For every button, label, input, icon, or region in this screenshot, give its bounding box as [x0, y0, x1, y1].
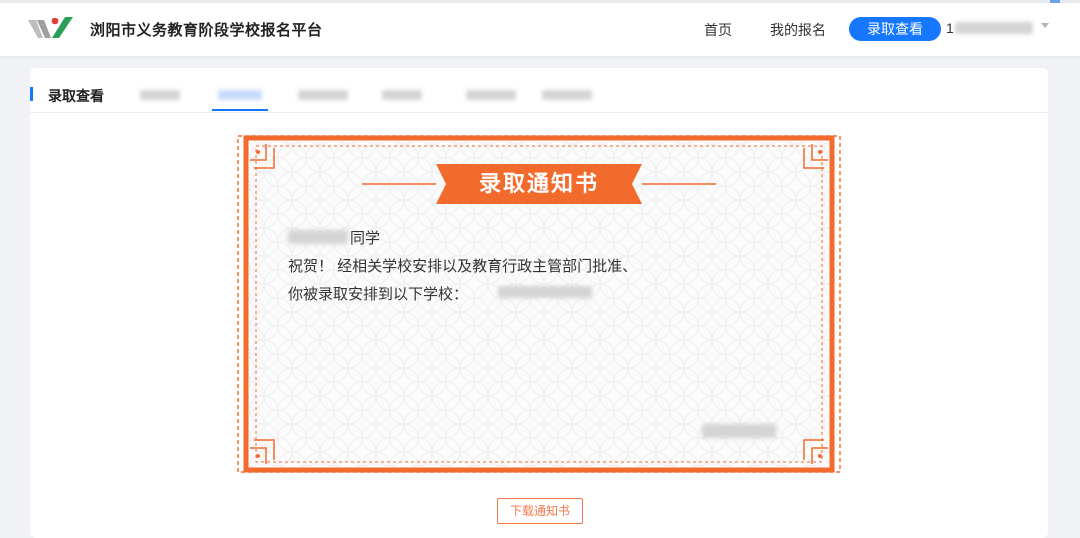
section-marker: [30, 87, 33, 101]
top-header: 浏阳市义务教育阶段学校报名平台 首页 我的报名 录取查看 1: [0, 0, 1080, 56]
student-tab-bar: 录取查看: [30, 68, 1048, 113]
tab-student-redacted[interactable]: [466, 90, 516, 100]
nav-home-link[interactable]: 首页: [704, 20, 732, 40]
issuer-stamp-redacted: [702, 424, 776, 438]
tab-student-redacted[interactable]: [140, 90, 180, 100]
user-menu-chevron-down-icon[interactable]: [1041, 23, 1049, 28]
assigned-school-label: 你被录取安排到以下学校：: [288, 286, 469, 303]
school-name-redacted: [498, 286, 592, 298]
nav-admission-query-button[interactable]: 录取查看: [849, 17, 941, 41]
user-account-redacted[interactable]: [955, 22, 1033, 34]
student-name-redacted: [288, 230, 348, 244]
section-title: 录取查看: [48, 88, 104, 104]
nav-my-registration-link[interactable]: 我的报名: [770, 20, 826, 40]
admission-notice-certificate: 录取通知书 同学 祝贺！ 经相关学校安排以及教育行政主管部门批准、 你被录取安排…: [236, 130, 842, 478]
user-account-prefix[interactable]: 1: [946, 20, 954, 36]
top-border: [0, 0, 1080, 3]
download-notice-button[interactable]: 下载通知书: [497, 498, 583, 524]
site-title: 浏阳市义务教育阶段学校报名平台: [90, 22, 323, 39]
student-salutation: 同学: [350, 230, 381, 247]
main-card: 录取查看 录取通知书 同学 祝贺！ 经相关学校安排以及教育行政主管部门批准、 你…: [30, 68, 1048, 538]
tab-student-redacted[interactable]: [382, 90, 422, 100]
tab-student-redacted-active[interactable]: [218, 90, 262, 100]
platform-logo-icon: [28, 17, 73, 38]
certificate-title: 录取通知书: [478, 171, 599, 196]
tab-student-redacted[interactable]: [298, 90, 348, 100]
tab-active-indicator: [212, 109, 268, 111]
corner-indicator: [1050, 0, 1060, 3]
tab-student-redacted[interactable]: [542, 90, 592, 100]
congratulation-text: 祝贺！ 经相关学校安排以及教育行政主管部门批准、: [288, 258, 638, 275]
